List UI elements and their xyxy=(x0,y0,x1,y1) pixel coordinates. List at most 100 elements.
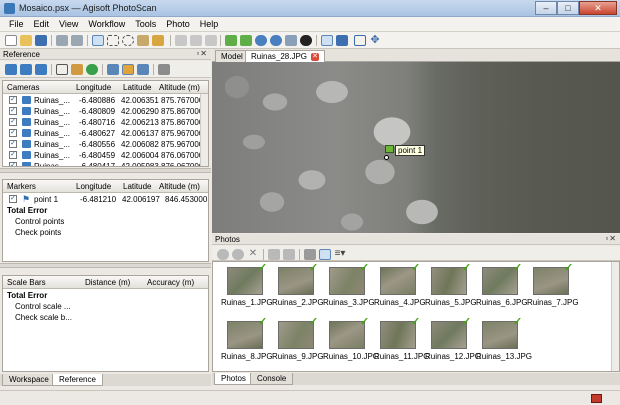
col-accuracy[interactable]: Accuracy (m) xyxy=(147,278,194,287)
move-icon[interactable]: ✥ xyxy=(369,35,381,46)
tab-photo[interactable]: Ruinas_28.JPG ✕ xyxy=(245,50,326,62)
brightness-icon[interactable] xyxy=(300,35,312,46)
optimize-icon[interactable] xyxy=(71,64,83,75)
camera-row[interactable]: ✓ Ruinas_... -6.480809 42.006290 875.867000 xyxy=(3,106,208,117)
enable-camera-icon[interactable] xyxy=(217,249,229,260)
panel-float-close-icon[interactable]: ▫✕ xyxy=(196,49,208,58)
minimize-button[interactable]: – xyxy=(535,1,557,15)
cut-icon[interactable] xyxy=(205,35,217,46)
rotate-right-photo-icon[interactable] xyxy=(283,249,295,260)
menu-edit[interactable]: Edit xyxy=(30,17,56,31)
save-icon[interactable] xyxy=(35,35,47,46)
table-icon[interactable] xyxy=(56,64,68,75)
show-masks-icon[interactable] xyxy=(336,35,348,46)
photo-thumbnail[interactable]: ✓ Ruinas_11.JPG xyxy=(374,317,429,364)
photo-thumbnail[interactable]: ✓ Ruinas_7.JPG xyxy=(527,263,579,310)
col-markers[interactable]: Markers xyxy=(7,182,36,191)
export-icon[interactable] xyxy=(20,64,32,75)
magic-wand-icon[interactable] xyxy=(137,35,149,46)
menu-workflow[interactable]: Workflow xyxy=(84,17,131,31)
tab-console[interactable]: Console xyxy=(250,373,294,385)
reset-view-icon[interactable] xyxy=(285,35,297,46)
marker-checkbox[interactable]: ✓ xyxy=(9,195,17,203)
disable-camera-icon[interactable] xyxy=(232,249,244,260)
settings-icon[interactable] xyxy=(158,64,170,75)
menu-photo[interactable]: Photo xyxy=(162,17,196,31)
col-altitude[interactable]: Altitude (m) xyxy=(159,83,200,92)
intelligent-scissors-icon[interactable] xyxy=(152,35,164,46)
rotate-left-icon[interactable] xyxy=(225,35,237,46)
tab-workspace[interactable]: Workspace xyxy=(2,374,56,386)
subtract-mask-icon[interactable] xyxy=(190,35,202,46)
convert-icon[interactable] xyxy=(35,64,47,75)
photo-thumbnail[interactable]: ✓ Ruinas_8.JPG xyxy=(221,317,273,364)
photo-thumbnail[interactable]: ✓ Ruinas_3.JPG xyxy=(323,263,375,310)
marker-flag-icon[interactable] xyxy=(385,145,394,153)
tab-reference[interactable]: Reference xyxy=(52,374,103,386)
camera-row[interactable]: ✓ Ruinas_... -6.480556 42.006082 875.967000 xyxy=(3,139,208,150)
marker-row[interactable]: ✓ ⚑ point 1 -6.481210 42.006197 846.4530… xyxy=(3,194,208,205)
show-markers-icon[interactable] xyxy=(321,35,333,46)
view-source-icon[interactable] xyxy=(107,64,119,75)
navigation-icon[interactable] xyxy=(92,35,104,46)
photo-thumbnail[interactable]: ✓ Ruinas_5.JPG xyxy=(425,263,477,310)
camera-row[interactable]: ✓ Ruinas_... -6.480627 42.006137 875.967000 xyxy=(3,128,208,139)
camera-checkbox[interactable]: ✓ xyxy=(9,118,17,126)
photo-thumbnail[interactable]: ✓ Ruinas_4.JPG xyxy=(374,263,426,310)
photo-thumbnail[interactable]: ✓ Ruinas_2.JPG xyxy=(272,263,324,310)
redo-icon[interactable] xyxy=(71,35,83,46)
marker-point[interactable] xyxy=(384,155,389,160)
cameras-scrollbar[interactable] xyxy=(200,94,208,166)
zoom-in-icon[interactable] xyxy=(255,35,267,46)
camera-checkbox[interactable]: ✓ xyxy=(9,162,17,166)
camera-row[interactable]: ✓ Ruinas_... -6.480716 42.006213 875.867000 xyxy=(3,117,208,128)
open-folder-icon[interactable] xyxy=(20,35,32,46)
splitter[interactable] xyxy=(0,168,211,173)
camera-row[interactable]: ✓ Ruinas_... -6.480459 42.006004 876.067000 xyxy=(3,150,208,161)
camera-checkbox[interactable]: ✓ xyxy=(9,96,17,104)
menu-file[interactable]: File xyxy=(5,17,30,31)
rotate-left-photo-icon[interactable] xyxy=(268,249,280,260)
camera-row[interactable]: ✓ Ruinas_... -6.480417 42.005983 876.067000 xyxy=(3,161,208,166)
camera-checkbox[interactable]: ✓ xyxy=(9,140,17,148)
photo-thumbnail[interactable]: ✓ Ruinas_6.JPG xyxy=(476,263,528,310)
update-icon[interactable] xyxy=(86,64,98,75)
col-marker-longitude[interactable]: Longitude xyxy=(76,182,111,191)
lasso-selection-icon[interactable] xyxy=(122,35,134,46)
grid-view-icon[interactable] xyxy=(354,35,366,46)
photo-thumbnail[interactable]: ✓ Ruinas_10.JPG xyxy=(323,317,379,364)
col-distance[interactable]: Distance (m) xyxy=(85,278,130,287)
maximize-button[interactable]: □ xyxy=(557,1,579,15)
splitter[interactable] xyxy=(0,263,211,268)
view-mode-icon[interactable]: ≡▾ xyxy=(334,249,346,260)
camera-checkbox[interactable]: ✓ xyxy=(9,129,17,137)
show-cameras-icon[interactable] xyxy=(319,249,331,260)
reset-filter-icon[interactable] xyxy=(304,249,316,260)
close-tab-icon[interactable]: ✕ xyxy=(311,52,320,61)
menu-view[interactable]: View xyxy=(55,17,84,31)
camera-checkbox[interactable]: ✓ xyxy=(9,151,17,159)
view-estimated-icon[interactable] xyxy=(122,64,134,75)
new-project-icon[interactable] xyxy=(5,35,17,46)
col-cameras[interactable]: Cameras xyxy=(7,83,39,92)
photo-thumbnail[interactable]: ✓ Ruinas_9.JPG xyxy=(272,317,324,364)
remove-camera-icon[interactable]: ✕ xyxy=(247,249,259,260)
tab-photos[interactable]: Photos xyxy=(214,373,253,385)
col-marker-latitude[interactable]: Latitude xyxy=(123,182,151,191)
col-marker-altitude[interactable]: Altitude (m) xyxy=(159,182,200,191)
photo-thumbnail[interactable]: ✓ Ruinas_1.JPG xyxy=(221,263,273,310)
col-longitude[interactable]: Longitude xyxy=(76,83,111,92)
undo-icon[interactable] xyxy=(56,35,68,46)
camera-checkbox[interactable]: ✓ xyxy=(9,107,17,115)
photo-thumbnail[interactable]: ✓ Ruinas_13.JPG xyxy=(476,317,532,364)
add-mask-icon[interactable] xyxy=(175,35,187,46)
rotate-right-icon[interactable] xyxy=(240,35,252,46)
tab-model[interactable]: Model xyxy=(215,50,249,62)
panel-float-close-icon[interactable]: ▫✕ xyxy=(605,234,617,243)
menu-tools[interactable]: Tools xyxy=(131,17,162,31)
view-errors-icon[interactable] xyxy=(137,64,149,75)
zoom-out-icon[interactable] xyxy=(270,35,282,46)
rectangle-selection-icon[interactable] xyxy=(107,35,119,46)
col-scalebars[interactable]: Scale Bars xyxy=(7,278,46,287)
photos-scrollbar[interactable] xyxy=(611,262,619,371)
